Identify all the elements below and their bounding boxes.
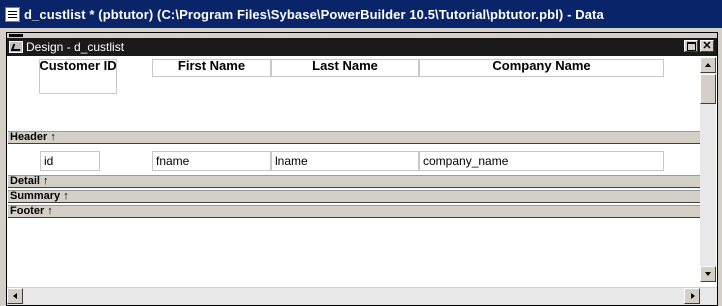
- header-band-bar[interactable]: Header ↑: [8, 131, 700, 144]
- first-name-label[interactable]: First Name: [152, 59, 271, 73]
- summary-band-bar[interactable]: Summary ↑: [8, 190, 700, 203]
- horizontal-scrollbar[interactable]: [7, 287, 717, 305]
- company-name-label[interactable]: Company Name: [419, 59, 664, 73]
- scroll-up-arrow-icon[interactable]: [700, 57, 716, 73]
- customer-id-label[interactable]: Customer ID: [39, 59, 117, 73]
- mdi-client-area: Design - d_custlist ✕ Customer ID First …: [6, 32, 718, 306]
- vertical-scroll-thumb[interactable]: [700, 74, 716, 104]
- design-canvas[interactable]: Customer ID First Name Last Name Company…: [8, 57, 700, 286]
- scroll-down-arrow-icon[interactable]: [700, 266, 716, 282]
- window-title: d_custlist * (pbtutor) (C:\Program Files…: [24, 6, 604, 22]
- datawindow-design-icon[interactable]: [9, 41, 23, 53]
- close-button[interactable]: ✕: [700, 40, 714, 52]
- child-window-title-bar[interactable]: Design - d_custlist ✕: [7, 38, 717, 56]
- footer-band-bar[interactable]: Footer ↑: [8, 205, 700, 218]
- fname-column-field[interactable]: fname: [152, 151, 271, 171]
- child-window-title: Design - d_custlist: [26, 40, 125, 54]
- last-name-label[interactable]: Last Name: [271, 59, 419, 73]
- scroll-left-arrow-icon[interactable]: [7, 288, 23, 304]
- app-title-bar: d_custlist * (pbtutor) (C:\Program Files…: [0, 0, 722, 28]
- maximize-button[interactable]: [684, 40, 698, 52]
- company-name-column-field[interactable]: company_name: [419, 151, 664, 171]
- id-column-field[interactable]: id: [40, 151, 100, 171]
- lname-column-field[interactable]: lname: [271, 151, 419, 171]
- detail-band-bar[interactable]: Detail ↑: [8, 175, 700, 188]
- window-menu-icon[interactable]: [5, 6, 20, 22]
- vertical-scrollbar[interactable]: [700, 57, 716, 282]
- scroll-right-arrow-icon[interactable]: [684, 288, 700, 304]
